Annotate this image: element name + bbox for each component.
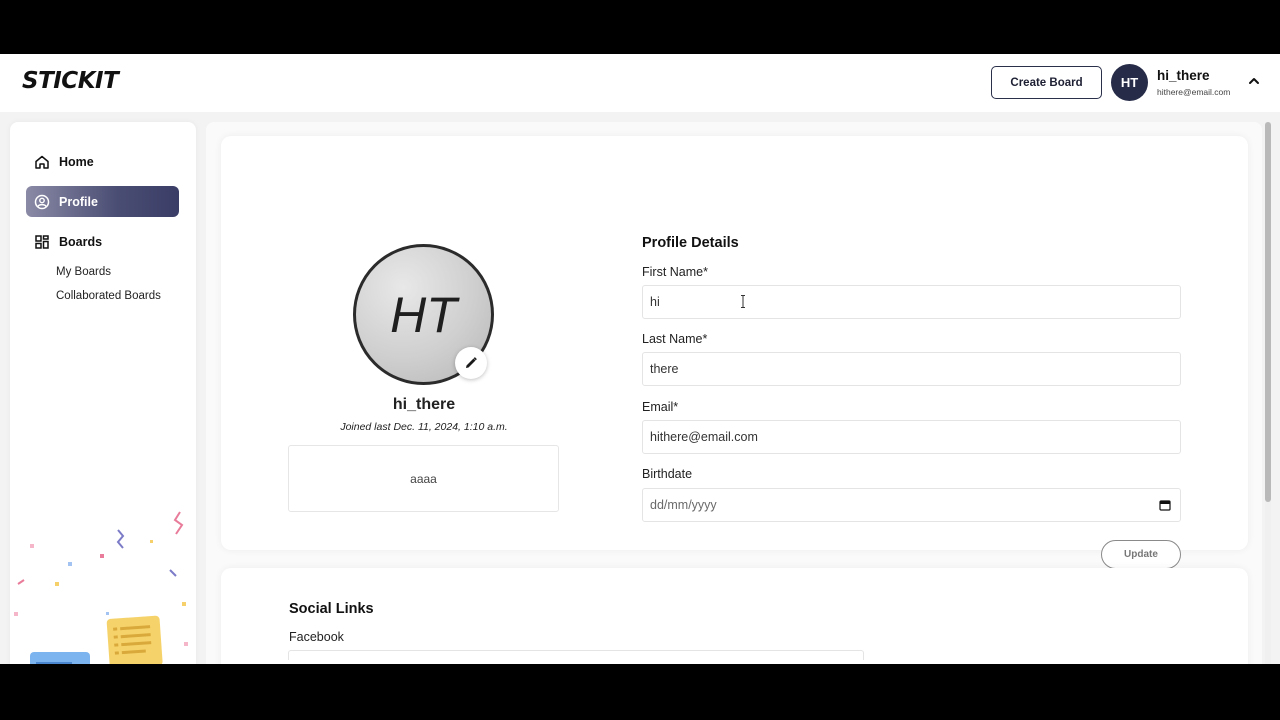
first-name-label: First Name* (642, 265, 708, 279)
sidebar-item-label: Profile (59, 194, 98, 209)
update-button[interactable]: Update (1101, 540, 1181, 569)
page-scrollbar-thumb[interactable] (1265, 122, 1271, 502)
home-icon (34, 154, 50, 170)
birthdate-field[interactable]: dd/mm/yyyy (642, 488, 1181, 522)
top-bar: STICKIT Create Board HT hi_there hithere… (0, 54, 1280, 112)
sidebar-item-boards[interactable]: Boards (26, 226, 179, 257)
edit-avatar-button[interactable] (455, 347, 487, 379)
text-cursor-icon (741, 295, 745, 308)
email-label: Email* (642, 400, 679, 414)
pencil-icon (466, 357, 477, 368)
sidebar-subitem-my-boards[interactable]: My Boards (56, 266, 111, 278)
sidebar-item-label: Boards (59, 234, 103, 249)
user-avatar[interactable]: HT (1111, 64, 1148, 101)
create-board-button[interactable]: Create Board (991, 66, 1102, 99)
header-user-name[interactable]: hi_there (1157, 68, 1210, 83)
last-name-label: Last Name* (642, 332, 708, 346)
last-name-field[interactable]: there (642, 352, 1181, 386)
sticky-notes-illustration (14, 511, 188, 664)
user-circle-icon (34, 194, 50, 210)
sidebar-item-home[interactable]: Home (26, 146, 179, 177)
email-field[interactable]: hithere@email.com (642, 420, 1181, 454)
facebook-label: Facebook (289, 630, 344, 644)
facebook-field[interactable] (288, 650, 864, 660)
sidebar-subitem-collaborated-boards[interactable]: Collaborated Boards (56, 290, 161, 302)
first-name-field[interactable]: hi (642, 285, 1181, 319)
profile-bio[interactable]: aaaa (288, 445, 559, 512)
sidebar-item-label: Home (59, 154, 94, 169)
sidebar-item-profile[interactable]: Profile (26, 186, 179, 217)
grid-icon (34, 234, 50, 250)
profile-username: hi_there (392, 396, 456, 413)
profile-joined-date: Joined last Dec. 11, 2024, 1:10 a.m. (340, 421, 508, 433)
chevron-up-icon[interactable] (1247, 74, 1261, 88)
profile-details-title: Profile Details (642, 235, 739, 251)
app-logo[interactable]: STICKIT (22, 68, 119, 94)
header-user-email[interactable]: hithere@email.com (1157, 87, 1230, 97)
app-viewport: STICKIT Create Board HT hi_there hithere… (0, 54, 1280, 664)
calendar-icon[interactable] (1159, 499, 1171, 511)
social-links-title: Social Links (289, 601, 374, 617)
birthdate-placeholder: dd/mm/yyyy (650, 498, 717, 512)
sidebar: Home Profile Boards My Boards Collaborat… (10, 122, 196, 664)
birthdate-label: Birthdate (642, 467, 693, 481)
